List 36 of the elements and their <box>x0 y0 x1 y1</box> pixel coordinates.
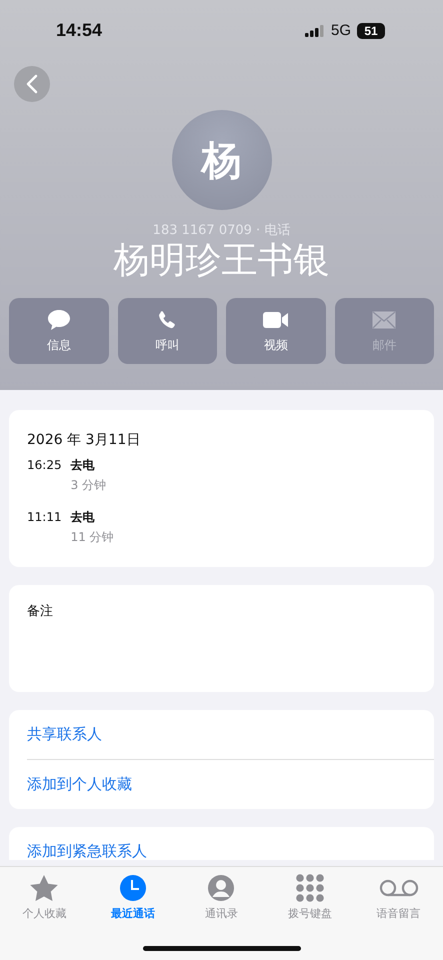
keypad-icon <box>296 874 324 902</box>
clock-icon <box>118 874 147 902</box>
battery-indicator: 51 <box>357 22 385 38</box>
notes-label: 备注 <box>27 604 53 619</box>
tab[interactable]: 语音留言 <box>358 873 439 921</box>
call-type: 去电 <box>70 457 96 473</box>
action-link[interactable]: 共享联系人 <box>27 710 434 760</box>
call-time: 16:25 <box>27 457 62 474</box>
phone-icon <box>157 310 178 330</box>
action-button[interactable]: 视频 <box>226 298 326 364</box>
action-link[interactable]: 添加到紧急联系人 <box>27 827 147 860</box>
tab[interactable]: 个人收藏 <box>4 873 84 921</box>
clock: 14:54 <box>56 20 102 41</box>
person-icon <box>207 874 236 902</box>
call-duration: 3 分钟 <box>70 477 106 493</box>
call-duration: 11 分钟 <box>70 529 114 545</box>
tab[interactable]: 通讯录 <box>181 873 262 921</box>
call-time: 11:11 <box>27 509 62 526</box>
back-button[interactable] <box>14 66 50 102</box>
back-chevron-icon <box>26 74 38 94</box>
action-link[interactable]: 添加到个人收藏 <box>27 760 132 809</box>
tab[interactable]: 拨号键盘 <box>270 873 350 921</box>
action-button[interactable]: 呼叫 <box>118 298 217 364</box>
signal-icon <box>304 24 325 36</box>
action-button[interactable]: 信息 <box>9 298 108 364</box>
call-date: 2026 年 3月11日 <box>27 431 142 449</box>
star-icon <box>29 874 60 902</box>
chat-bubble-icon <box>46 308 71 330</box>
contact-name: 杨明珍王书银 <box>112 239 330 283</box>
network-label: 5G <box>330 22 351 39</box>
avatar: 杨 <box>172 110 272 210</box>
video-camera-icon <box>262 310 289 328</box>
tab[interactable]: 最近通话 <box>92 873 173 921</box>
envelope-icon <box>372 310 396 328</box>
voicemail-icon <box>378 878 419 898</box>
call-type: 去电 <box>70 509 96 525</box>
